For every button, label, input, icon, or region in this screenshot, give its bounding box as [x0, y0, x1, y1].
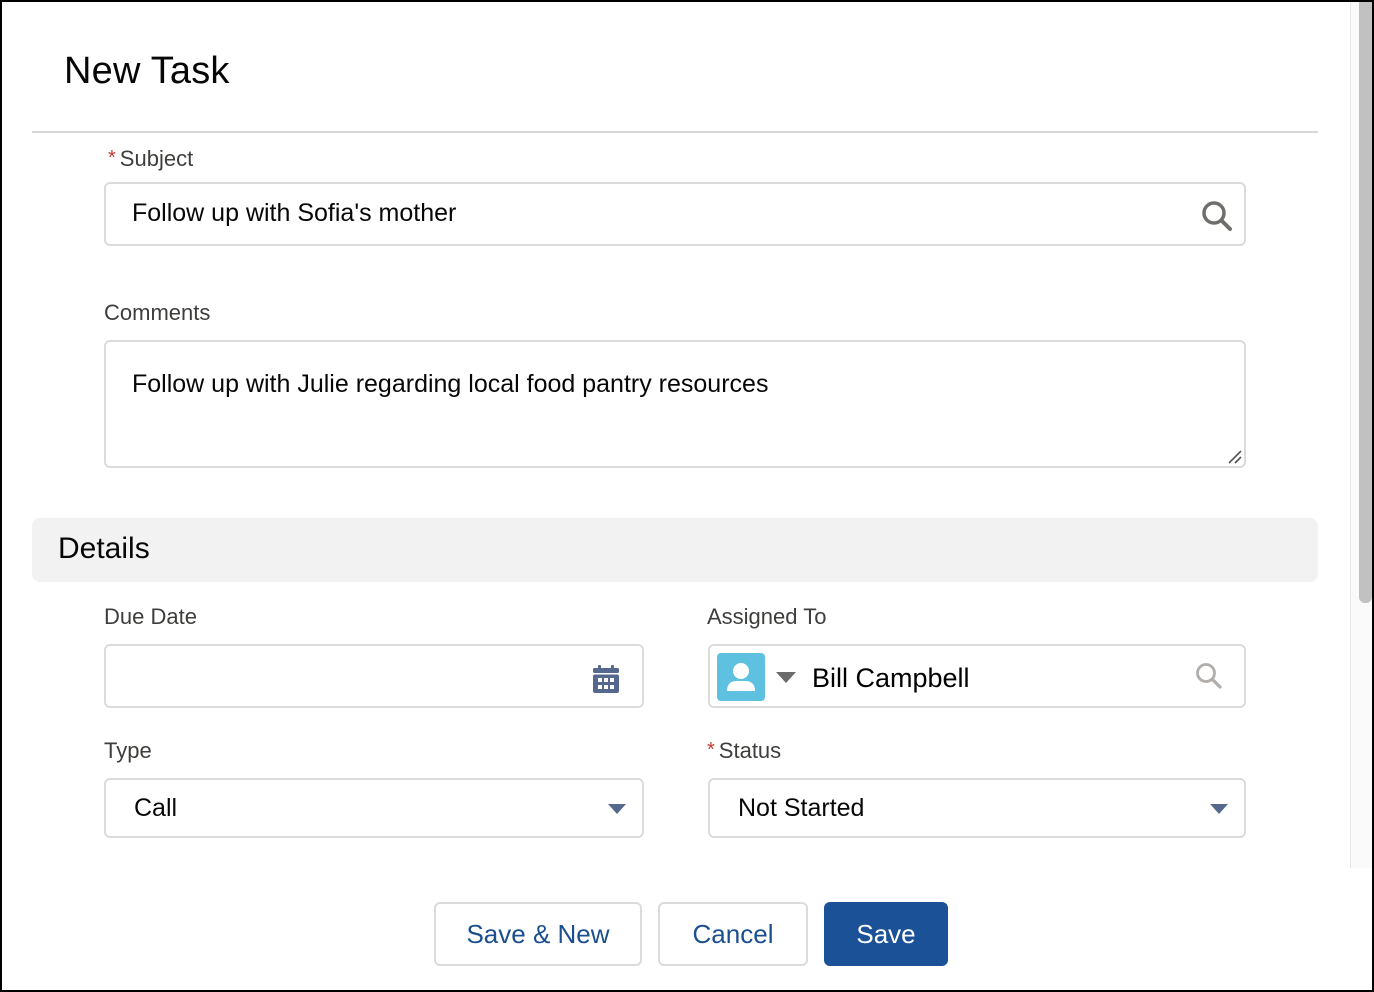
scrollbar-thumb[interactable]	[1359, 2, 1372, 603]
calendar-icon[interactable]	[592, 664, 620, 694]
details-section-header[interactable]: Details	[32, 518, 1318, 582]
object-switcher-caret-icon[interactable]	[776, 672, 796, 683]
user-avatar	[717, 653, 765, 701]
chevron-down-icon	[1210, 804, 1228, 814]
due-date-input[interactable]	[104, 644, 644, 708]
section-title: Details	[58, 532, 150, 565]
new-task-modal: New Task * Subject Follow up with Sofia's…	[2, 2, 1372, 990]
assigned-to-lookup[interactable]: Bill Campbell	[708, 644, 1246, 708]
user-icon	[727, 663, 755, 691]
required-marker: *	[108, 147, 116, 169]
search-icon[interactable]	[1194, 661, 1224, 691]
comments-value: Follow up with Julie regarding local foo…	[132, 370, 769, 398]
comments-label: Comments	[104, 300, 211, 325]
subject-value: Follow up with Sofia's mother	[132, 199, 457, 227]
status-select[interactable]: Not Started	[708, 778, 1246, 838]
resize-handle-icon[interactable]	[1226, 448, 1242, 464]
assigned-to-value: Bill Campbell	[812, 663, 970, 693]
comments-textarea[interactable]: Follow up with Julie regarding local foo…	[104, 340, 1246, 468]
status-label-text: Status	[718, 738, 782, 763]
header-divider	[32, 131, 1318, 133]
subject-input[interactable]: Follow up with Sofia's mother	[104, 182, 1246, 246]
status-value: Not Started	[738, 794, 865, 822]
save-and-new-button[interactable]: Save & New	[434, 902, 642, 966]
search-icon[interactable]	[1200, 199, 1234, 233]
save-button[interactable]: Save	[824, 902, 948, 966]
type-select[interactable]: Call	[104, 778, 644, 838]
status-label: * Status	[707, 738, 781, 764]
assigned-to-label: Assigned To	[707, 604, 827, 629]
required-marker: *	[707, 739, 715, 761]
due-date-label: Due Date	[104, 604, 197, 629]
subject-label-text: Subject	[119, 146, 194, 171]
type-label: Type	[104, 738, 152, 763]
cancel-button[interactable]: Cancel	[658, 902, 808, 966]
subject-label: * Subject	[108, 146, 193, 172]
chevron-down-icon	[608, 804, 626, 814]
type-value: Call	[134, 794, 178, 822]
modal-title: New Task	[64, 50, 230, 92]
